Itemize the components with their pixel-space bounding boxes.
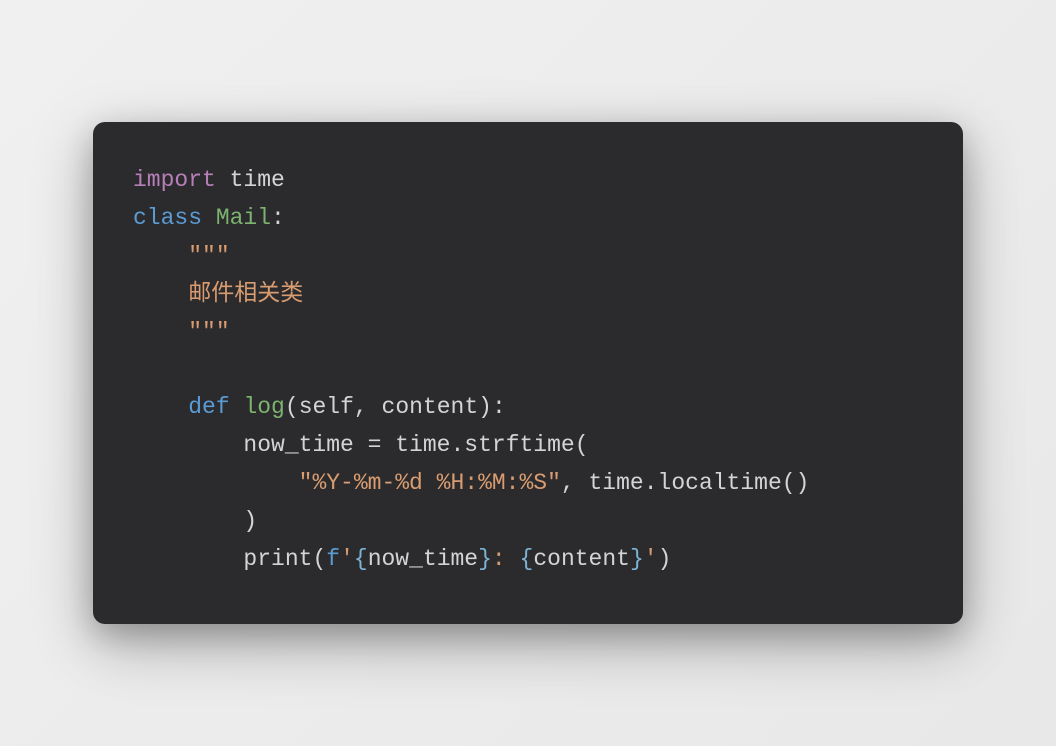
- equals: =: [354, 432, 395, 458]
- indent: [133, 319, 188, 345]
- docstring-open: """: [188, 243, 229, 269]
- indent: [133, 243, 188, 269]
- f-prefix: f: [326, 546, 340, 572]
- brace-close: }: [630, 546, 644, 572]
- code-line-6: [133, 352, 923, 390]
- keyword-def: def: [188, 394, 229, 420]
- code-line-3: """: [133, 238, 923, 276]
- brace-open: {: [354, 546, 368, 572]
- code-line-4: 邮件相关类: [133, 276, 923, 314]
- code-line-10: ): [133, 503, 923, 541]
- code-line-1: import time: [133, 162, 923, 200]
- paren-open: (: [575, 432, 589, 458]
- func-print: print: [243, 546, 312, 572]
- dot: .: [450, 432, 464, 458]
- code-line-5: """: [133, 314, 923, 352]
- comma: ,: [354, 394, 382, 420]
- var-name: now_time: [243, 432, 353, 458]
- paren-open: (: [285, 394, 299, 420]
- space: [230, 394, 244, 420]
- brace-open: {: [520, 546, 534, 572]
- code-block: import time class Mail: """ 邮件相关类 """ de…: [93, 122, 963, 624]
- param-self: self: [299, 394, 354, 420]
- docstring-close: """: [188, 319, 229, 345]
- quote-open: ': [340, 546, 354, 572]
- module-time: time: [216, 167, 285, 193]
- comma: ,: [561, 470, 589, 496]
- code-line-2: class Mail:: [133, 200, 923, 238]
- fstring-var: content: [533, 546, 630, 572]
- code-line-7: def log(self, content):: [133, 389, 923, 427]
- indent: [133, 508, 243, 534]
- func-name: log: [243, 394, 284, 420]
- fstring-var: now_time: [368, 546, 478, 572]
- docstring-text: 邮件相关类: [188, 281, 303, 307]
- indent: [133, 394, 188, 420]
- indent: [133, 546, 243, 572]
- brace-close: }: [478, 546, 492, 572]
- paren-close: ): [243, 508, 257, 534]
- indent: [133, 470, 299, 496]
- method-localtime: localtime: [658, 470, 782, 496]
- paren-close: ): [658, 546, 672, 572]
- code-line-9: "%Y-%m-%d %H:%M:%S", time.localtime(): [133, 465, 923, 503]
- obj-time: time: [395, 432, 450, 458]
- quote-close: ': [644, 546, 658, 572]
- obj-time: time: [589, 470, 644, 496]
- parens: (): [782, 470, 810, 496]
- dot: .: [644, 470, 658, 496]
- space: [202, 205, 216, 231]
- keyword-import: import: [133, 167, 216, 193]
- code-line-11: print(f'{now_time}: {content}'): [133, 541, 923, 579]
- class-name: Mail: [216, 205, 271, 231]
- indent: [133, 281, 188, 307]
- indent: [133, 432, 243, 458]
- paren-open: (: [312, 546, 326, 572]
- colon: :: [271, 205, 285, 231]
- code-line-8: now_time = time.strftime(: [133, 427, 923, 465]
- paren-close-colon: ):: [478, 394, 506, 420]
- format-string: "%Y-%m-%d %H:%M:%S": [299, 470, 561, 496]
- fstring-mid: :: [492, 546, 520, 572]
- param-content: content: [382, 394, 479, 420]
- keyword-class: class: [133, 205, 202, 231]
- method-strftime: strftime: [464, 432, 574, 458]
